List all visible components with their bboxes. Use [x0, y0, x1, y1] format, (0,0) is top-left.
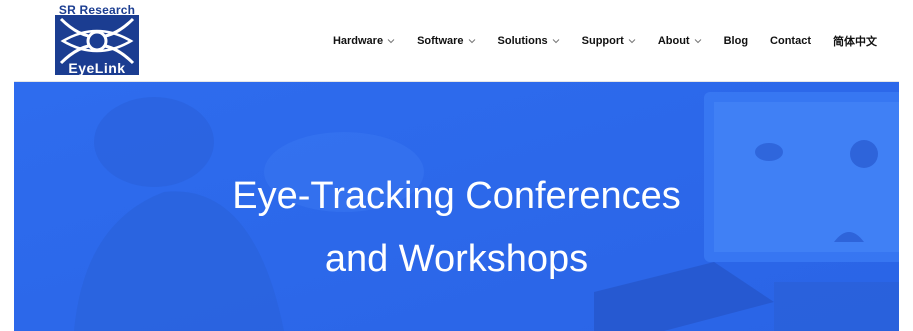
nav-label: About	[657, 35, 690, 47]
nav-item-support[interactable]: Support	[582, 35, 636, 47]
nav-item-contact[interactable]: Contact	[770, 35, 811, 47]
page: EyeLink SR Research Hardware Software So…	[14, 0, 899, 331]
hero-banner: Eye-Tracking Conferences and Workshops	[14, 82, 899, 331]
nav-label: Software	[417, 35, 464, 47]
hero-title-line2: and Workshops	[324, 238, 589, 280]
nav-item-about[interactable]: About	[658, 35, 702, 47]
nav-item-software[interactable]: Software	[417, 35, 475, 47]
logo-bottom-text: EyeLink	[68, 60, 126, 75]
nav-label: Contact	[770, 35, 811, 47]
logo-top-text: SR Research	[58, 3, 136, 17]
main-nav: Hardware Software Solutions Support Abou…	[311, 0, 899, 82]
site-header: EyeLink SR Research Hardware Software So…	[14, 0, 899, 82]
nav-label: Support	[581, 35, 624, 47]
eyelink-logo[interactable]: EyeLink SR Research	[55, 3, 139, 75]
nav-label: Solutions	[497, 35, 548, 47]
nav-label: 简体中文	[833, 36, 877, 48]
nav-item-language[interactable]: 简体中文	[833, 33, 877, 49]
chevron-down-icon	[694, 38, 702, 44]
nav-item-hardware[interactable]: Hardware	[333, 35, 395, 47]
chevron-down-icon	[552, 38, 560, 44]
chevron-down-icon	[628, 38, 636, 44]
nav-label: Hardware	[332, 35, 384, 47]
chevron-down-icon	[468, 38, 476, 44]
nav-item-blog[interactable]: Blog	[724, 35, 748, 47]
nav-label: Blog	[723, 35, 749, 47]
logo-mark: EyeLink	[55, 15, 139, 75]
hero-title-line1: Eye-Tracking Conferences	[232, 175, 681, 217]
nav-item-solutions[interactable]: Solutions	[498, 35, 560, 47]
chevron-down-icon	[387, 38, 395, 44]
